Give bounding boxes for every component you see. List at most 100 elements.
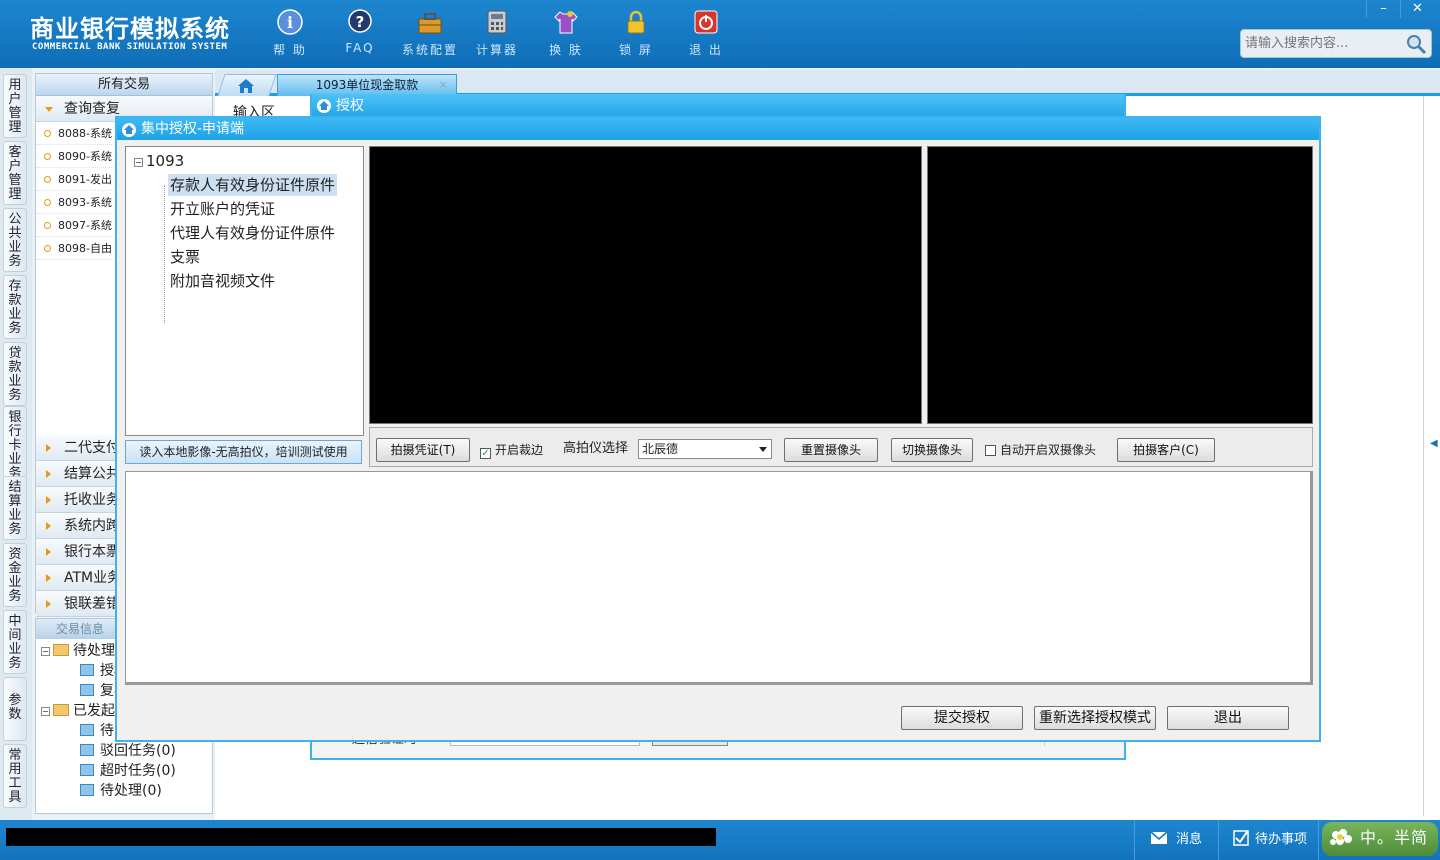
tree-root[interactable]: −1093 — [132, 150, 186, 172]
transactions-header: 所有交易 — [36, 74, 212, 96]
switch-camera-button[interactable]: 切换摄像头 — [891, 438, 973, 462]
toolbox-icon — [418, 13, 442, 34]
sidebar-tab-deposit[interactable]: 存款业务 — [3, 275, 27, 339]
document-icon — [80, 744, 94, 756]
tree-item-depositor-id[interactable]: 存款人有效身份证件原件 — [168, 174, 338, 196]
sidebar-tab-intermediary[interactable]: 中间业务 — [3, 610, 27, 674]
folder-icon — [53, 704, 69, 716]
dialog-title: 集中授权-申请端 — [117, 118, 1319, 140]
collapse-arrow-icon[interactable]: ◀ — [1430, 438, 1438, 449]
document-icon — [80, 664, 94, 676]
module-sidebar: 用户管理 客户管理 公共业务 存款业务 贷款业务 银行卡业务 结算业务 资金业务… — [0, 68, 32, 820]
tab-label: 1093单位现金取款 — [315, 78, 419, 92]
divider — [1134, 820, 1135, 860]
divider — [1423, 96, 1424, 816]
sidebar-tab-bank-card[interactable]: 银行卡业务 — [3, 406, 27, 481]
app-subtitle: COMMERCIAL BANK SIMULATION SYSTEM — [32, 42, 228, 52]
close-tab-icon[interactable]: × — [439, 75, 448, 95]
power-icon — [694, 10, 718, 34]
tree-node-to-process[interactable]: 待处理(0) — [80, 781, 162, 801]
capture-customer-button[interactable]: 拍摄客户(C) — [1117, 438, 1215, 462]
exit-app-label: 退 出 — [689, 43, 723, 57]
help-button[interactable]: i 帮 助 — [260, 8, 320, 58]
sidebar-tab-customer-management[interactable]: 客户管理 — [3, 141, 27, 205]
app-title: 商业银行模拟系统 — [30, 15, 230, 43]
submit-authorization-button[interactable]: 提交授权 — [901, 706, 1023, 730]
svg-text:?: ? — [356, 13, 365, 31]
scanner-select-label: 高拍仪选择 — [563, 441, 629, 456]
sidebar-tab-loan[interactable]: 贷款业务 — [3, 342, 27, 406]
reset-camera-button[interactable]: 重置摄像头 — [784, 438, 878, 462]
enable-crop-checkbox[interactable]: ✓ 开启裁边 — [480, 443, 543, 459]
authorization-dialog-title: 授权 — [312, 94, 1124, 118]
dialog-icon — [317, 99, 331, 113]
status-message-area — [6, 828, 716, 846]
lock-screen-label: 锁 屏 — [619, 43, 653, 57]
faq-icon: ? — [348, 9, 372, 33]
tree-item-agent-id[interactable]: 代理人有效身份证件原件 — [168, 222, 337, 244]
help-label: 帮 助 — [273, 43, 307, 57]
close-window-button[interactable]: ✕ — [1400, 0, 1434, 18]
image-list-area — [125, 471, 1313, 685]
load-local-image-button[interactable]: 读入本地影像-无高拍仪，培训测试使用 — [125, 440, 362, 464]
collapse-icon[interactable]: − — [41, 647, 50, 656]
change-skin-button[interactable]: 换 肤 — [536, 8, 596, 58]
calculator-icon — [487, 10, 507, 34]
tree-node-initiated[interactable]: − 已发起 — [41, 701, 115, 721]
customer-camera-preview — [927, 146, 1313, 424]
search-input[interactable] — [1241, 30, 1401, 57]
svg-text:i: i — [287, 13, 293, 32]
sidebar-tab-funds[interactable]: 资金业务 — [3, 543, 27, 607]
tree-item-av-files[interactable]: 附加音视频文件 — [168, 270, 277, 292]
tab-1093-cash-withdrawal[interactable]: 1093单位现金取款 × — [277, 74, 457, 96]
checkbox-unchecked-icon[interactable] — [985, 445, 996, 456]
calculator-button[interactable]: 计算器 — [467, 8, 527, 58]
central-authorization-dialog: 集中授权-申请端 −1093 存款人有效身份证件原件 开立账户的凭证 代理人有效… — [115, 116, 1321, 742]
lock-screen-button[interactable]: 锁 屏 — [606, 8, 666, 58]
document-icon — [80, 724, 94, 736]
tree-node-rejected[interactable]: 驳回任务(0) — [80, 741, 176, 761]
exit-dialog-button[interactable]: 退出 — [1167, 706, 1289, 730]
faq-button[interactable]: ? FAQ — [330, 8, 390, 55]
collapse-icon[interactable]: − — [41, 707, 50, 716]
system-config-button[interactable]: 系统配置 — [400, 8, 460, 58]
mail-icon — [1150, 831, 1168, 844]
minimize-button[interactable]: – — [1366, 0, 1400, 18]
checkbox-icon — [1233, 830, 1249, 846]
home-icon[interactable] — [237, 78, 255, 94]
document-icon — [80, 784, 94, 796]
chevron-down-icon — [759, 447, 767, 452]
sidebar-tab-settlement[interactable]: 结算业务 — [3, 476, 27, 540]
help-icon: i — [277, 9, 303, 35]
document-icon — [80, 684, 94, 696]
tree-guide-line — [164, 185, 165, 323]
search-icon[interactable] — [1405, 33, 1427, 55]
tree-item-account-voucher[interactable]: 开立账户的凭证 — [168, 198, 277, 220]
flower-icon — [1330, 829, 1352, 845]
search-box — [1240, 29, 1432, 58]
collapse-icon[interactable]: − — [134, 158, 143, 167]
checkbox-checked-icon[interactable]: ✓ — [480, 448, 491, 459]
tree-node-timeout[interactable]: 超时任务(0) — [80, 761, 176, 781]
ime-indicator[interactable]: 中。半简 — [1322, 822, 1438, 856]
lock-icon — [627, 10, 645, 34]
capture-voucher-button[interactable]: 拍摄凭证(T) — [376, 438, 470, 462]
app-header: 商业银行模拟系统 COMMERCIAL BANK SIMULATION SYST… — [0, 0, 1440, 68]
messages-button[interactable]: 消息 — [1150, 828, 1202, 847]
sidebar-tab-params[interactable]: 参数 — [3, 677, 27, 741]
divider — [1318, 820, 1319, 860]
faq-label: FAQ — [345, 41, 375, 55]
sidebar-tab-common-tools[interactable]: 常用工具 — [3, 744, 27, 808]
sidebar-tab-public-business[interactable]: 公共业务 — [3, 208, 27, 272]
tree-node-pending[interactable]: − 待处理 — [41, 641, 115, 661]
tree-item-check[interactable]: 支票 — [168, 246, 202, 268]
tree-node-waiting[interactable]: 待 — [80, 721, 114, 741]
exit-app-button[interactable]: 退 出 — [676, 8, 736, 58]
sidebar-tab-user-management[interactable]: 用户管理 — [3, 74, 27, 138]
document-camera-preview — [369, 146, 922, 424]
window-controls: – ✕ — [1366, 0, 1434, 18]
scanner-select[interactable]: 北辰德 — [638, 439, 772, 459]
todo-button[interactable]: 待办事项 — [1233, 828, 1307, 847]
auto-dual-camera-checkbox[interactable]: 自动开启双摄像头 — [985, 443, 1096, 457]
reselect-mode-button[interactable]: 重新选择授权模式 — [1034, 706, 1156, 730]
